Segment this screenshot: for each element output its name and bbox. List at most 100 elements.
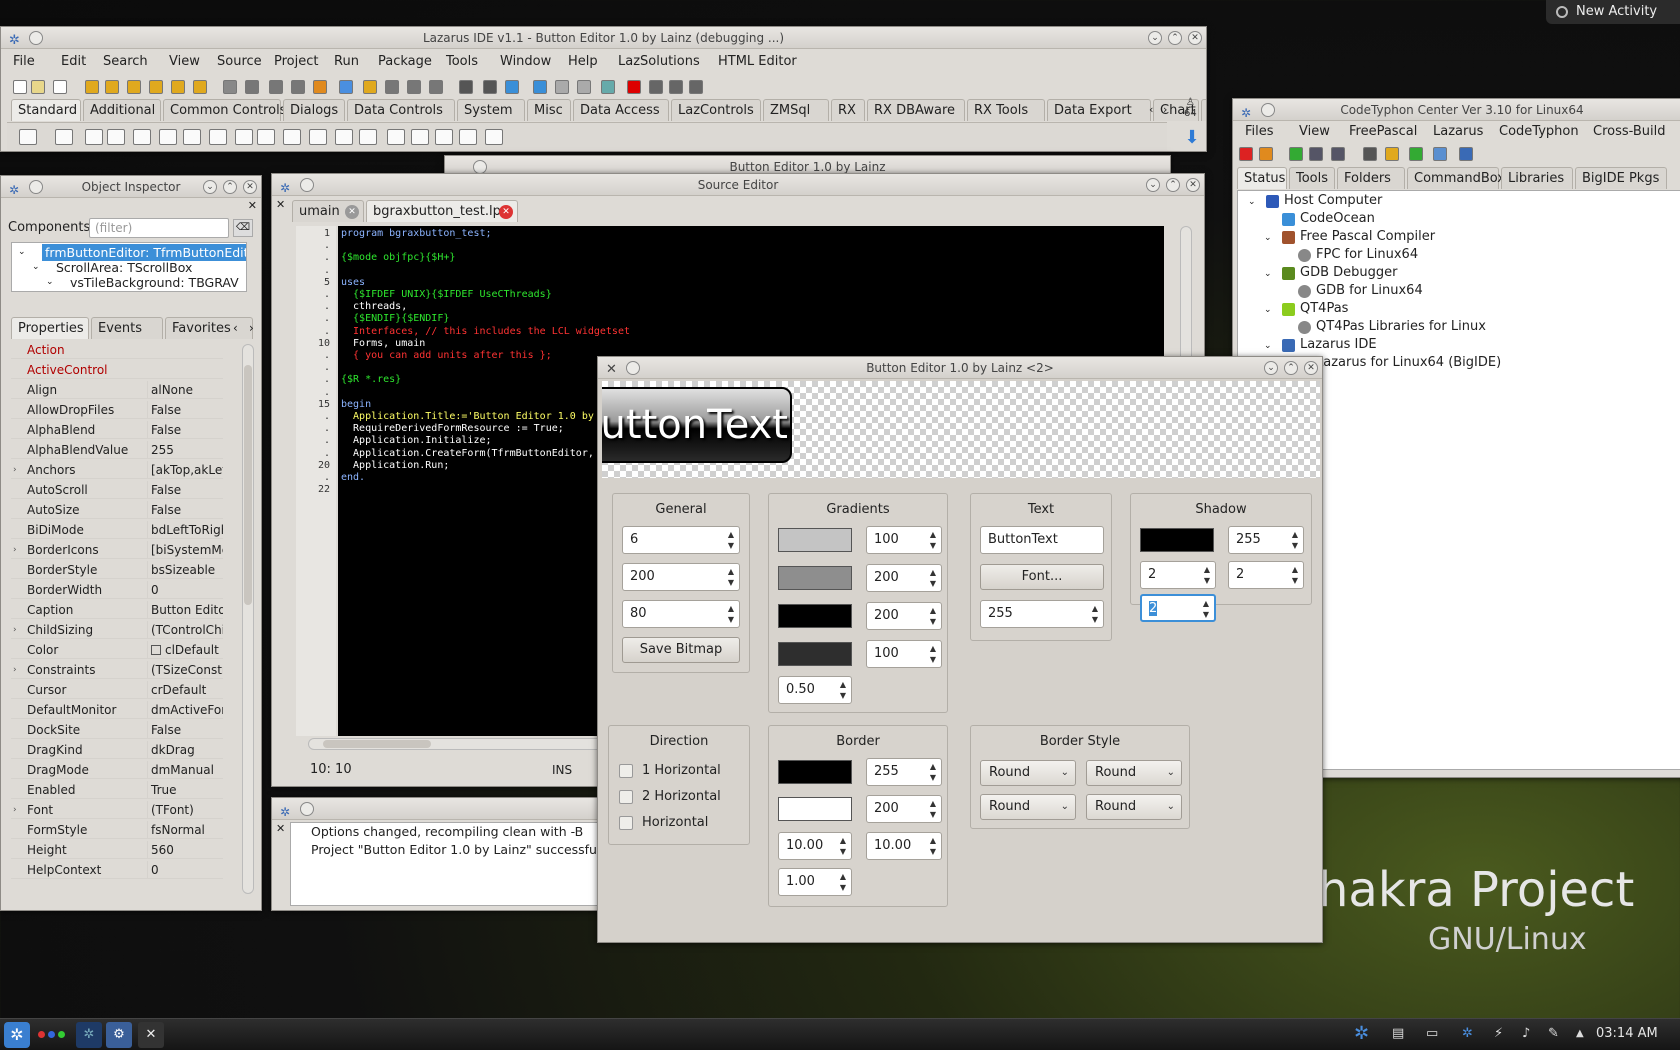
task-x-icon[interactable]: ✕ xyxy=(138,1022,164,1048)
options-icon[interactable] xyxy=(385,80,399,94)
groupbox-icon[interactable] xyxy=(359,129,377,145)
task-lazarus-icon[interactable]: ✲ xyxy=(76,1022,102,1048)
property-value[interactable]: 255 xyxy=(147,441,223,459)
tree-expander-icon[interactable]: ⌄ xyxy=(1264,266,1272,282)
property-row[interactable]: DragMode dmManual xyxy=(11,761,223,779)
property-row[interactable]: › Anchors [akTop,akLeft xyxy=(11,461,223,479)
property-value[interactable]: [biSystemMe xyxy=(147,541,223,559)
clock[interactable]: 03:14 AM xyxy=(1596,1019,1658,1049)
menu-tools[interactable]: Tools xyxy=(446,54,478,70)
code-line[interactable]: program bgraxbutton_test; xyxy=(341,228,492,240)
maximize-button[interactable]: ⌃ xyxy=(1168,31,1182,45)
code-line[interactable]: {$ENDIF}{$ENDIF} xyxy=(341,313,449,325)
property-value[interactable]: 0 xyxy=(147,581,223,599)
code-line[interactable]: Application.CreateForm(TfrmButtonEditor, xyxy=(341,448,594,460)
ct-download-icon[interactable] xyxy=(1259,147,1273,161)
tab-scroll-right-icon[interactable]: › xyxy=(249,320,254,336)
property-value[interactable]: alNone xyxy=(147,381,223,399)
menu-run[interactable]: Run xyxy=(334,54,359,70)
inspector-tab-events[interactable]: Events xyxy=(91,317,163,339)
main-menu-icon[interactable] xyxy=(55,129,73,145)
ct-tab-status[interactable]: Status xyxy=(1237,167,1287,189)
spin-arrows-icon[interactable]: ▲ ▼ xyxy=(928,643,938,665)
property-row[interactable]: DragKind dkDrag xyxy=(11,741,223,759)
spin-arrows-icon[interactable]: ▲ ▼ xyxy=(1201,598,1211,620)
property-row[interactable]: Cursor crDefault xyxy=(11,681,223,699)
border-alpha-2[interactable]: 200 ▲ ▼ xyxy=(866,795,942,823)
property-row[interactable]: › ChildSizing (TControlChild xyxy=(11,621,223,639)
shadow-offset-x[interactable]: 2 ▲ ▼ xyxy=(1140,561,1216,589)
expand-arrow-icon[interactable]: › xyxy=(13,621,17,639)
tray-swirl-icon[interactable]: ✲ xyxy=(1354,1019,1369,1049)
scrollbar-thumb[interactable] xyxy=(244,365,252,605)
maximize-button[interactable]: ⌃ xyxy=(1284,361,1298,375)
palette-tab-dialogs[interactable]: Dialogs xyxy=(283,99,345,121)
gradient-value-3[interactable]: 200 ▲ ▼ xyxy=(866,602,942,630)
border-width[interactable]: 1.00 ▲ ▼ xyxy=(778,868,852,896)
tray-volume-icon[interactable]: ♪ xyxy=(1522,1019,1530,1049)
scrollbar-icon[interactable] xyxy=(335,129,353,145)
property-value[interactable]: (TFont) xyxy=(147,801,223,819)
spin-arrows-icon[interactable]: ▲ ▼ xyxy=(838,835,848,857)
close-button[interactable]: ✕ xyxy=(1186,178,1200,192)
spin-arrows-icon[interactable]: ▲ ▼ xyxy=(1090,603,1100,625)
gradient-color-3[interactable] xyxy=(778,604,852,628)
property-row[interactable]: Caption Button Editor xyxy=(11,601,223,619)
menu-package[interactable]: Package xyxy=(378,54,432,70)
property-row[interactable]: DefaultMonitor dmActiveForm xyxy=(11,701,223,719)
expand-arrow-icon[interactable]: › xyxy=(13,801,17,819)
tray-network-icon[interactable]: ⚡ xyxy=(1494,1019,1503,1049)
ct-tree-node[interactable]: Free Pascal Compiler xyxy=(1300,228,1435,245)
spin-arrows-icon[interactable]: ▲ ▼ xyxy=(1290,529,1300,551)
property-value[interactable]: Button Editor xyxy=(147,601,223,619)
close-button[interactable]: ✕ xyxy=(1304,361,1318,375)
edit-icon[interactable] xyxy=(159,129,177,145)
spin-arrows-icon[interactable]: ▲ ▼ xyxy=(1290,564,1300,586)
inspector-close-icon[interactable]: ✕ xyxy=(248,199,257,212)
border-alpha-1[interactable]: 255 ▲ ▼ xyxy=(866,758,942,786)
minimize-button[interactable]: ⌄ xyxy=(203,180,217,194)
tray-clipboard-icon[interactable]: ▤ xyxy=(1392,1019,1404,1049)
radio-button-icon[interactable] xyxy=(257,129,275,145)
revert-icon[interactable] xyxy=(193,80,207,94)
ct-tree-node[interactable]: Lazarus IDE xyxy=(1300,336,1377,353)
property-row[interactable]: ActiveControl xyxy=(11,361,223,379)
inspector-tab-properties[interactable]: Properties xyxy=(11,317,89,339)
ct-tree-node[interactable]: Lazarus for Linux64 (BigIDE) xyxy=(1316,354,1501,371)
shadow-alpha[interactable]: 255 ▲ ▼ xyxy=(1228,526,1304,554)
property-value[interactable]: (TControlChild xyxy=(147,621,223,639)
property-row[interactable]: AlphaBlend False xyxy=(11,421,223,439)
spin-arrows-icon[interactable]: ▲ ▼ xyxy=(726,566,736,588)
property-value[interactable]: 0 xyxy=(147,861,223,879)
sticky-button[interactable] xyxy=(300,178,314,192)
property-row[interactable]: HelpContext 0 xyxy=(11,861,223,879)
expand-arrow-icon[interactable]: › xyxy=(13,461,17,479)
step-into-icon[interactable] xyxy=(649,80,663,94)
spin-arrows-icon[interactable]: ▲ ▼ xyxy=(928,605,938,627)
ct-tree-node[interactable]: GDB Debugger xyxy=(1300,264,1397,281)
spin-arrows-icon[interactable]: ▲ ▼ xyxy=(838,679,848,701)
palette-tab-data-controls[interactable]: Data Controls xyxy=(347,99,455,121)
run-to-icon[interactable] xyxy=(689,80,703,94)
editor-close-icon[interactable]: ✕ xyxy=(276,198,285,211)
property-row[interactable]: BorderStyle bsSizeable xyxy=(11,561,223,579)
property-value[interactable]: bdLeftToRight xyxy=(147,521,223,539)
ct-folder-icon[interactable] xyxy=(1385,147,1399,161)
button-icon[interactable] xyxy=(107,129,125,145)
gradient-value-1[interactable]: 100 ▲ ▼ xyxy=(866,526,942,554)
build-icon[interactable] xyxy=(313,80,327,94)
checkbox-icon[interactable] xyxy=(235,129,253,145)
menu-help[interactable]: Help xyxy=(568,54,598,70)
save-bitmap-button[interactable]: Save Bitmap xyxy=(622,637,740,663)
expand-arrow-icon[interactable]: › xyxy=(13,541,17,559)
ct-menu-cross-build[interactable]: Cross-Build xyxy=(1593,124,1666,140)
border-color-2[interactable] xyxy=(778,797,852,821)
code-line[interactable]: {$IFDEF UNIX}{$IFDEF UseCThreads} xyxy=(341,289,552,301)
property-value[interactable]: [akTop,akLeft xyxy=(147,461,223,479)
palette-tab-zmsql[interactable]: ZMSql xyxy=(763,99,829,121)
tab-scroll-left-icon[interactable]: ‹ xyxy=(233,320,238,336)
filter-clear-icon[interactable]: ⌫ xyxy=(233,219,253,237)
gradient-color-2[interactable] xyxy=(778,566,852,590)
palette-tab-rx[interactable]: RX xyxy=(831,99,865,121)
gradient-value-4[interactable]: 100 ▲ ▼ xyxy=(866,640,942,668)
